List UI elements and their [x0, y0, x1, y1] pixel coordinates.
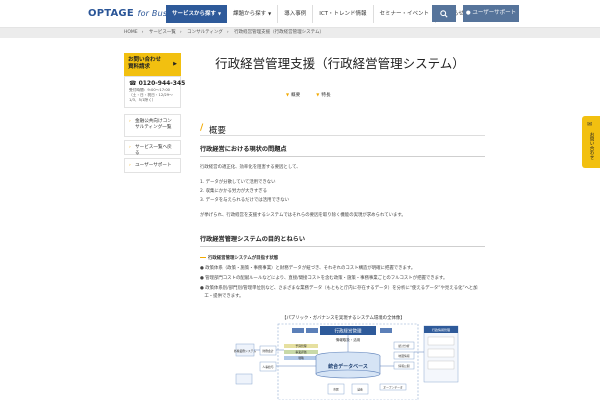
sidebar-link-label: ユーザーサポート — [135, 163, 172, 168]
search-button[interactable] — [432, 5, 456, 22]
arrow-right-icon: › — [129, 145, 131, 150]
problem-item: 3. データを与えられるだけでは活用できない — [200, 198, 290, 203]
chevron-right-icon: › — [179, 30, 182, 35]
goal-title: 行政経営管理システムが目指す状態 — [200, 255, 278, 261]
problems-note: が挙げられ、行政経営を支援するシステムではそれらの要因を取り除く機能の実現が求め… — [200, 213, 406, 218]
sidebar-link-services[interactable]: › サービス一覧へ戻る — [124, 140, 181, 156]
diagram-side-3: 情報公開 — [398, 364, 409, 368]
phone-number[interactable]: ☎ 0120-944-345 — [129, 80, 185, 87]
slash-mark-icon: / — [200, 123, 204, 133]
nav-label: 課題から探す — [233, 11, 267, 17]
anchor-overview[interactable]: ▼ 概要 — [286, 92, 300, 98]
arrow-right-icon: › — [129, 163, 131, 168]
goal-item: ● 管理部門コストの配賦ルールなどにより、直接/間接コストを含む政策・施策・事務… — [200, 276, 448, 281]
nav-item-ict-trends[interactable]: ICT・トレンド情報 — [313, 5, 374, 23]
intro-text: 行政経営の適正化、効率化を阻害する要因として、 — [200, 165, 301, 170]
diagram-left-1: 各種業務システム — [234, 349, 256, 353]
diagram-top-box: 行政経営管理 — [335, 328, 362, 335]
arrow-right-icon: › — [129, 119, 131, 124]
logo-main: OPTAGE — [88, 8, 134, 19]
accent-bar — [200, 256, 206, 259]
diagram-right-head: 行政情報管理 — [432, 327, 450, 332]
phone-icon: ☎ — [129, 80, 137, 87]
system-overview-diagram: 行政経営管理 情報取扱・活用 各種業務システム 財務会計 人事給与 予算管理 事… — [234, 323, 459, 400]
nav-label: サービスから探す — [172, 11, 217, 17]
nav-label: セミナー・イベント — [379, 11, 430, 17]
diagram-bar-1: 予算管理 — [295, 344, 306, 348]
goal-item: 工・提供できます。 — [200, 294, 244, 299]
diagram-bottom-3: 議会 — [357, 388, 363, 392]
phone-hours: 受付時間：9:00～17:00 （土・日・祝日・12/29～ 1/3、5/1除く） — [129, 88, 173, 102]
diagram-bar-2: 事業評価 — [295, 350, 306, 354]
anchor-features[interactable]: ▼ 特長 — [316, 92, 330, 98]
nav-item-seminars[interactable]: セミナー・イベント — [374, 5, 437, 23]
problem-item: 1. データが分散していて活用できない — [200, 180, 276, 185]
chevron-right-icon: › — [141, 30, 144, 35]
chevron-down-icon: ▼ — [218, 11, 222, 16]
diagram-side-1: 統計分析 — [398, 344, 409, 348]
diagram-left-2: 財務会計 — [262, 349, 273, 353]
floating-contact-label: お問い合わせ — [589, 132, 594, 160]
chevron-down-icon: ▼ — [268, 11, 272, 16]
sidebar-link-label: サービス一覧へ戻る — [135, 145, 172, 156]
site-header: OPTAGE for Business サービスから探す ▼ 課題から探す ▼ 導入… — [0, 0, 600, 28]
breadcrumb: HOME › サービス一覧 › コンサルティング › 行政経営管理支援（行政経営管理シ… — [0, 28, 600, 38]
user-icon: ● — [465, 10, 471, 16]
page-title: 行政経営管理支援（行政経営管理システム） — [215, 56, 465, 71]
heading-current-problems: 行政経営における現状の問題点 — [200, 144, 485, 157]
nav-item-cases[interactable]: 導入事例 — [278, 5, 314, 23]
goal-item: ● 政策体系（政策・施策・事務事業）と財務データが紐づき、それぞれのコスト構造が… — [200, 266, 416, 271]
diagram-bottom-2: 市民 — [333, 388, 339, 392]
diagram-caption: 【パブリック・ガバナンスを実現するシステム環境の全体像】 — [282, 316, 405, 321]
chevron-right-icon: ▶ — [173, 61, 177, 67]
nav-item-services[interactable]: サービスから探す ▼ — [166, 5, 228, 23]
diagram-bar-3: 戦略 — [298, 356, 304, 360]
goal-item: ● 政策体系別/部門別/管理単位別など、さまざまな業務データ（もともと庁内に存在… — [200, 286, 478, 291]
global-nav: サービスから探す ▼ 課題から探す ▼ 導入事例 ICT・トレンド情報 セミナー・イ… — [166, 5, 470, 23]
sidebar-link-label: 金融公共向けコンサルティング一覧 — [135, 119, 172, 130]
problem-item: 2. 収集にかかる労力が大きすぎる — [200, 189, 268, 194]
breadcrumb-home[interactable]: HOME — [124, 30, 138, 35]
nav-label: ICT・トレンド情報 — [319, 11, 367, 17]
page-anchors: ▼ 概要 ▼ 特長 — [286, 92, 331, 98]
diagram-bottom-1: オープンデータ — [383, 386, 403, 390]
diagram-left-3: 人事給与 — [262, 365, 273, 369]
user-support-label: ユーザーサポート — [472, 10, 517, 16]
mail-icon: ✉ — [587, 121, 593, 128]
phone-box: ☎ 0120-944-345 受付時間：9:00～17:00 （土・日・祝日・12… — [124, 76, 185, 108]
breadcrumb-consulting[interactable]: コンサルティング — [187, 30, 223, 35]
chevron-down-icon: ▼ — [316, 92, 320, 97]
chevron-right-icon: › — [226, 30, 229, 35]
chevron-down-icon: ▼ — [286, 92, 290, 97]
sidebar-link-consulting-list[interactable]: › 金融公共向けコンサルティング一覧 — [124, 114, 181, 137]
heading-purpose: 行政経営管理システムの目的とねらい — [200, 234, 485, 247]
section-overview-heading: / 概要 — [200, 123, 485, 136]
floating-contact-tab[interactable]: ✉ お問い合わせ — [582, 116, 600, 168]
diagram-side-2: 地図情報 — [398, 354, 409, 358]
breadcrumb-current: 行政経営管理支援（行政経営管理システム） — [234, 30, 325, 35]
user-support-button[interactable]: ● ユーザーサポート — [463, 5, 519, 22]
diagram-database: 統合データベース — [328, 363, 368, 370]
nav-label: 導入事例 — [284, 11, 307, 17]
sidebar-link-user-support[interactable]: › ユーザーサポート — [124, 158, 181, 173]
nav-item-issues[interactable]: 課題から探す ▼ — [227, 5, 279, 23]
contact-request-label: お問い合わせ 資料請求 — [128, 57, 162, 70]
search-icon — [440, 9, 448, 18]
contact-request-button[interactable]: お問い合わせ 資料請求 ▶ — [124, 53, 181, 76]
breadcrumb-services[interactable]: サービス一覧 — [149, 30, 176, 35]
